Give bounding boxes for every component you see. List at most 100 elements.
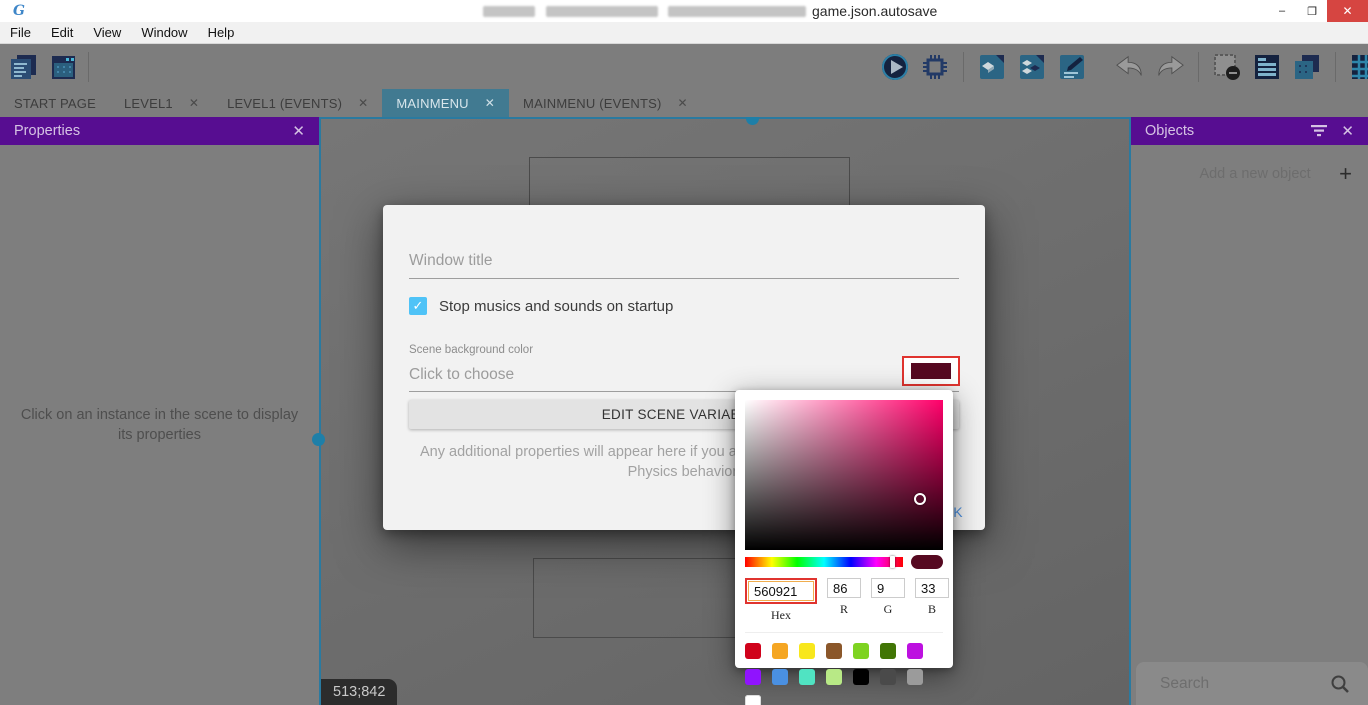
hex-input-annotation bbox=[745, 578, 817, 604]
tab-close-icon[interactable]: ✕ bbox=[358, 96, 368, 110]
tab-mainmenu[interactable]: MAINMENU ✕ bbox=[382, 89, 509, 117]
edit-groups-icon[interactable] bbox=[1017, 52, 1047, 82]
gdevelop-window: G game.json.autosave – ❐ ✕ File Edit Vie… bbox=[0, 0, 1368, 705]
preset-swatch[interactable] bbox=[799, 643, 815, 659]
menu-view[interactable]: View bbox=[83, 22, 131, 44]
add-object-plus-icon[interactable]: + bbox=[1339, 163, 1352, 185]
hex-label: Hex bbox=[771, 608, 791, 623]
field-underline bbox=[409, 278, 959, 279]
minimize-button[interactable]: – bbox=[1267, 0, 1297, 22]
color-picker: Hex R G B bbox=[735, 390, 953, 668]
hex-input[interactable] bbox=[748, 581, 814, 601]
preset-swatch[interactable] bbox=[772, 669, 788, 685]
blue-label: B bbox=[928, 602, 936, 617]
objects-panel: Objects ✕ Add a new object + Search bbox=[1131, 117, 1368, 705]
toolbar-separator bbox=[1335, 52, 1336, 82]
blue-input[interactable] bbox=[915, 578, 949, 598]
bg-color-field[interactable]: Click to choose bbox=[409, 366, 514, 384]
tab-close-icon[interactable]: ✕ bbox=[485, 96, 495, 110]
scene-color-swatch[interactable] bbox=[911, 363, 951, 379]
preset-swatch[interactable] bbox=[853, 643, 869, 659]
redacted-text bbox=[546, 6, 658, 17]
edit-objects-icon[interactable] bbox=[977, 52, 1007, 82]
properties-panel-header: Properties ✕ bbox=[0, 117, 319, 145]
toolbar-separator bbox=[88, 52, 89, 82]
preset-swatch[interactable] bbox=[880, 669, 896, 685]
preset-swatch[interactable] bbox=[826, 643, 842, 659]
tab-level1[interactable]: LEVEL1 ✕ bbox=[110, 89, 213, 117]
window-title-field[interactable]: Window title bbox=[409, 252, 493, 270]
tab-close-icon[interactable]: ✕ bbox=[678, 96, 688, 110]
cursor-coordinates: 513;842 bbox=[321, 679, 397, 705]
stop-music-checkbox[interactable]: ✓ bbox=[409, 297, 427, 315]
restore-button[interactable]: ❐ bbox=[1297, 0, 1327, 22]
preset-swatch[interactable] bbox=[745, 695, 761, 705]
tab-bar: START PAGE LEVEL1 ✕ LEVEL1 (EVENTS) ✕ MA… bbox=[0, 89, 1368, 117]
red-input[interactable] bbox=[827, 578, 861, 598]
grid-icon[interactable] bbox=[1349, 52, 1368, 82]
saturation-area[interactable] bbox=[745, 400, 943, 550]
red-label: R bbox=[840, 602, 848, 617]
scenes-window-icon[interactable] bbox=[48, 52, 78, 82]
project-manager-icon[interactable] bbox=[8, 52, 38, 82]
close-button[interactable]: ✕ bbox=[1327, 0, 1368, 22]
tab-close-icon[interactable]: ✕ bbox=[189, 96, 199, 110]
toolbar-separator bbox=[963, 52, 964, 82]
menu-window[interactable]: Window bbox=[131, 22, 197, 44]
saturation-cursor-icon[interactable] bbox=[914, 493, 926, 505]
redacted-text bbox=[483, 6, 535, 17]
current-color-swatch bbox=[911, 555, 943, 569]
search-icon bbox=[1330, 674, 1350, 694]
close-panel-icon[interactable]: ✕ bbox=[1341, 122, 1354, 140]
redacted-text bbox=[668, 6, 806, 17]
preset-swatches bbox=[745, 632, 943, 705]
menu-bar: File Edit View Window Help bbox=[0, 22, 1368, 44]
preset-swatch[interactable] bbox=[853, 669, 869, 685]
window-title: game.json.autosave bbox=[812, 3, 937, 19]
green-label: G bbox=[884, 602, 893, 617]
filter-icon[interactable] bbox=[1311, 125, 1327, 137]
preset-swatch[interactable] bbox=[826, 669, 842, 685]
color-swatch-annotation bbox=[902, 356, 960, 386]
objects-panel-header: Objects ✕ bbox=[1131, 117, 1368, 145]
add-object-row[interactable]: Add a new object + bbox=[1131, 157, 1368, 191]
resize-handle-left[interactable] bbox=[312, 433, 325, 446]
play-icon[interactable] bbox=[880, 52, 910, 82]
properties-panel-title: Properties bbox=[14, 123, 80, 139]
menu-edit[interactable]: Edit bbox=[41, 22, 83, 44]
preset-swatch[interactable] bbox=[907, 643, 923, 659]
mask-icon[interactable] bbox=[1212, 52, 1242, 82]
objects-panel-title: Objects bbox=[1145, 123, 1194, 139]
edit-properties-icon[interactable] bbox=[1057, 52, 1087, 82]
toolbar: 1:1 bbox=[0, 45, 1368, 89]
search-input[interactable]: Search bbox=[1154, 675, 1330, 693]
properties-empty-message: Click on an instance in the scene to dis… bbox=[0, 405, 319, 445]
green-input[interactable] bbox=[871, 578, 905, 598]
gdevelop-logo-icon: G bbox=[8, 2, 30, 20]
tab-start-page[interactable]: START PAGE bbox=[0, 89, 110, 117]
stop-music-label: Stop musics and sounds on startup bbox=[439, 298, 673, 315]
preset-swatch[interactable] bbox=[745, 643, 761, 659]
tab-level1-events[interactable]: LEVEL1 (EVENTS) ✕ bbox=[213, 89, 382, 117]
toolbar-separator bbox=[1198, 52, 1199, 82]
preset-swatch[interactable] bbox=[772, 643, 788, 659]
menu-help[interactable]: Help bbox=[198, 22, 245, 44]
debug-icon[interactable] bbox=[920, 52, 950, 82]
menu-file[interactable]: File bbox=[0, 22, 41, 44]
bg-color-label: Scene background color bbox=[409, 344, 533, 356]
preset-swatch[interactable] bbox=[907, 669, 923, 685]
layers-list-icon[interactable] bbox=[1252, 52, 1282, 82]
tab-mainmenu-events[interactable]: MAINMENU (EVENTS) ✕ bbox=[509, 89, 702, 117]
layers-icon[interactable] bbox=[1292, 52, 1322, 82]
close-panel-icon[interactable]: ✕ bbox=[292, 122, 305, 140]
hue-slider-handle[interactable] bbox=[890, 556, 895, 568]
preset-swatch[interactable] bbox=[799, 669, 815, 685]
properties-panel: Properties ✕ Click on an instance in the… bbox=[0, 117, 319, 705]
preset-swatch[interactable] bbox=[880, 643, 896, 659]
hue-slider[interactable] bbox=[745, 557, 903, 567]
redo-icon[interactable] bbox=[1155, 52, 1185, 82]
object-search-box[interactable]: Search bbox=[1136, 662, 1368, 705]
preset-swatch[interactable] bbox=[745, 669, 761, 685]
undo-icon[interactable] bbox=[1115, 52, 1145, 82]
title-bar: G game.json.autosave – ❐ ✕ bbox=[0, 0, 1368, 22]
